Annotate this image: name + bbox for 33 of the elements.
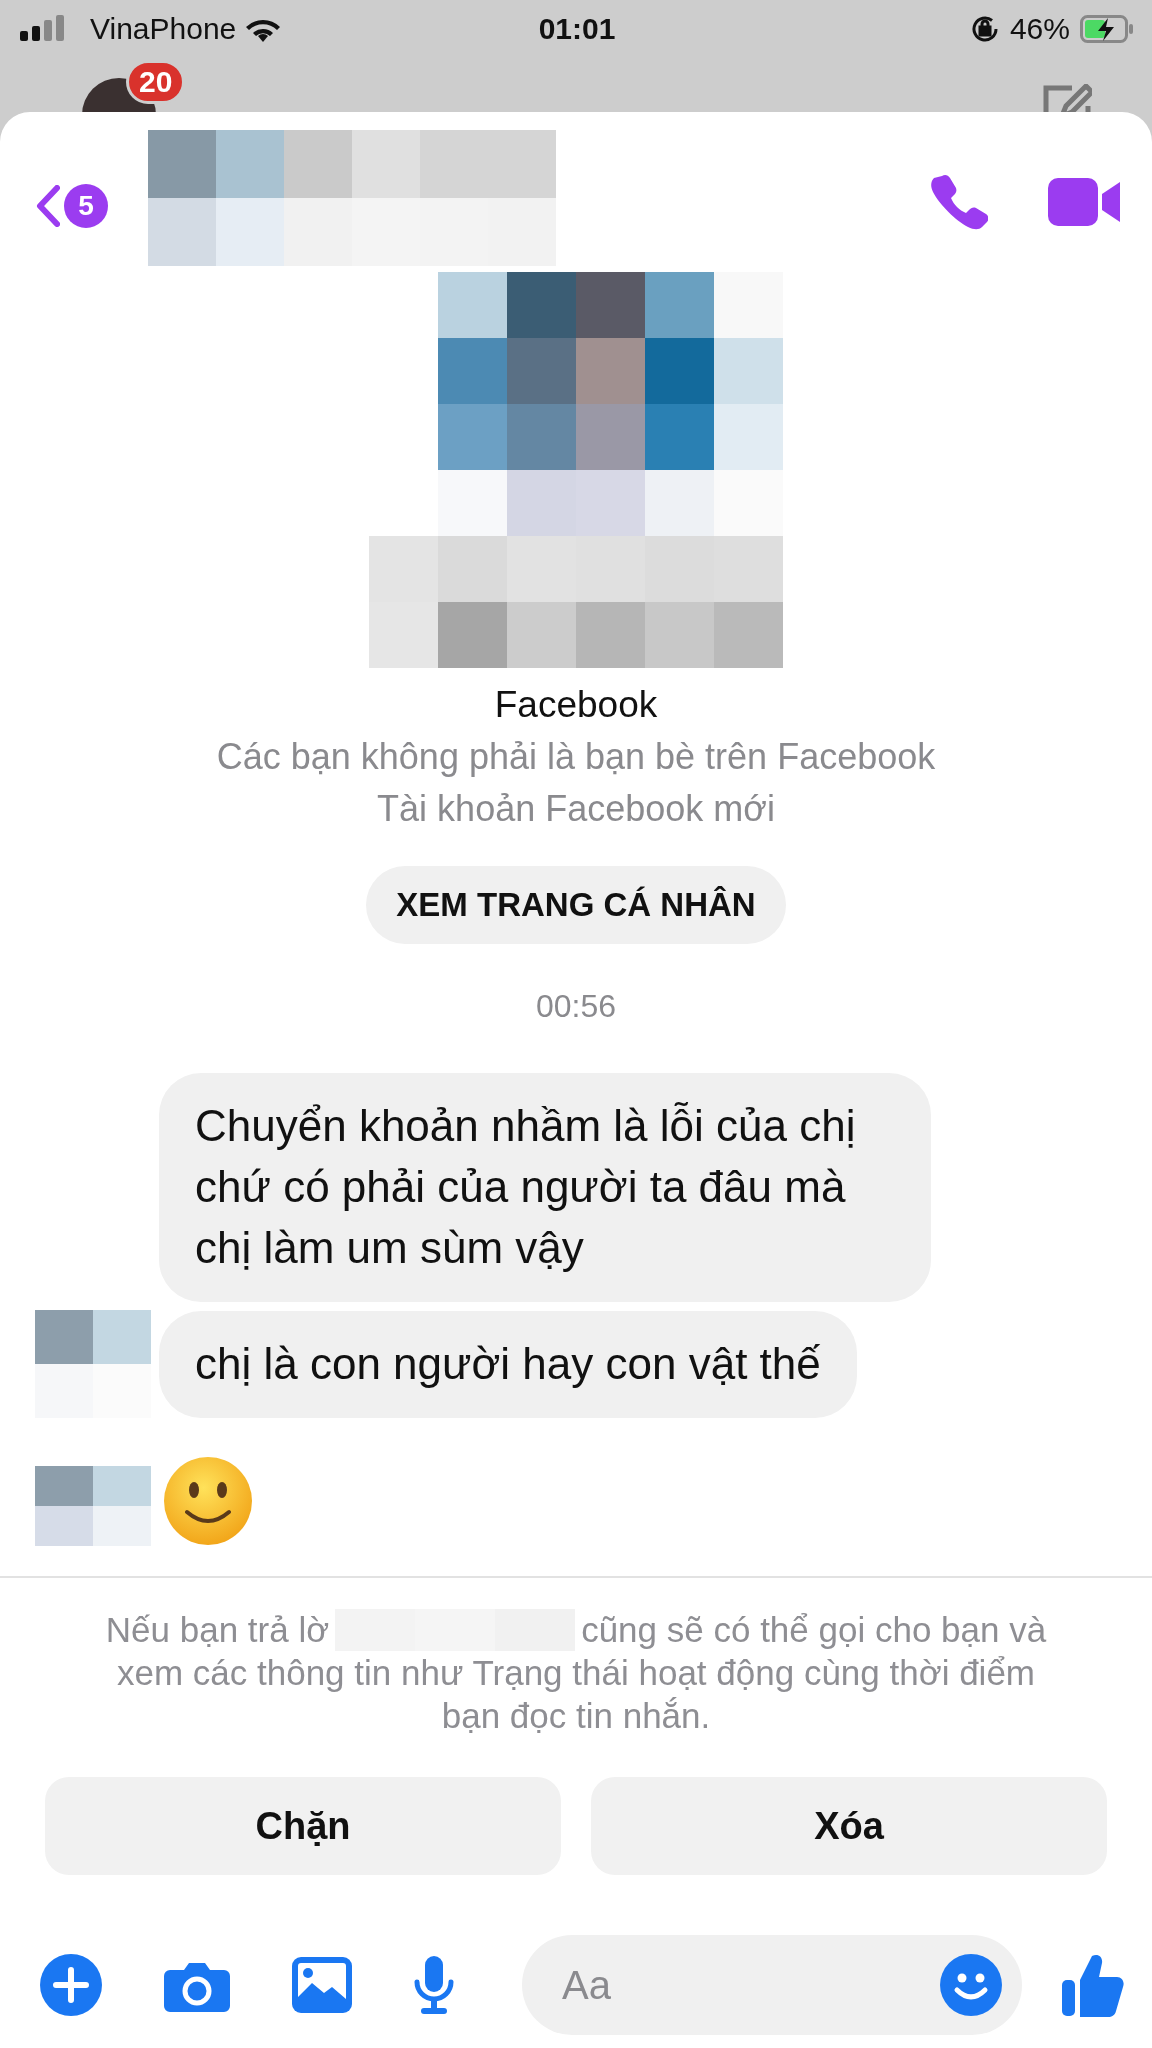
view-profile-button[interactable]: XEM TRANG CÁ NHÂN — [366, 866, 786, 944]
notice-text: xem các thông tin như Trạng thái hoạt động cùng thời điểm bạn đọc tin nhắn. — [115, 1652, 1037, 1737]
thumbs-up-icon — [1062, 1952, 1124, 2018]
chevron-left-icon — [36, 185, 60, 227]
timestamp: 00:56 — [535, 988, 617, 1025]
battery-percent: 46% — [1009, 12, 1070, 46]
carrier-name: VinaPhone — [90, 12, 237, 46]
plus-icon — [40, 1954, 102, 2016]
gallery-button[interactable] — [292, 1957, 352, 2013]
like-button[interactable] — [1062, 1952, 1124, 2018]
message-bubble: chị là con người hay con vật thế — [159, 1311, 857, 1418]
microphone-icon — [414, 1956, 454, 2014]
delete-button[interactable]: Xóa — [591, 1777, 1107, 1875]
image-icon — [292, 1957, 352, 2013]
voice-button[interactable] — [414, 1956, 454, 2014]
smiley-emoji-icon — [163, 1456, 253, 1546]
notice-text: Nếu bạn trả lờ — [105, 1609, 330, 1651]
profile-info-text: Các bạn không phải là bạn bè trên Facebook — [216, 736, 936, 778]
add-button[interactable] — [40, 1954, 102, 2016]
profile-info-text: Tài khoản Facebook mới — [377, 788, 775, 830]
notice-text: cũng sẽ có thể gọi cho bạn và — [581, 1609, 1047, 1651]
message-bubble: Chuyển khoản nhầm là lỗi của chị chứ có phải của người ta đâu mà chị làm um sùm vậy — [159, 1073, 931, 1302]
charging-battery-icon — [1080, 15, 1134, 43]
phone-icon — [928, 172, 988, 232]
smiley-icon — [940, 1954, 1002, 2016]
rotation-lock-icon — [969, 14, 1000, 44]
call-button[interactable] — [928, 172, 988, 232]
contact-name: Facebook — [494, 684, 658, 726]
message-input-field[interactable]: Aa — [522, 1935, 1022, 2035]
emoji-button[interactable] — [940, 1954, 1002, 2016]
video-camera-icon — [1048, 176, 1122, 228]
block-button[interactable]: Chặn — [45, 1777, 561, 1875]
clock-time: 01:01 — [538, 12, 616, 46]
